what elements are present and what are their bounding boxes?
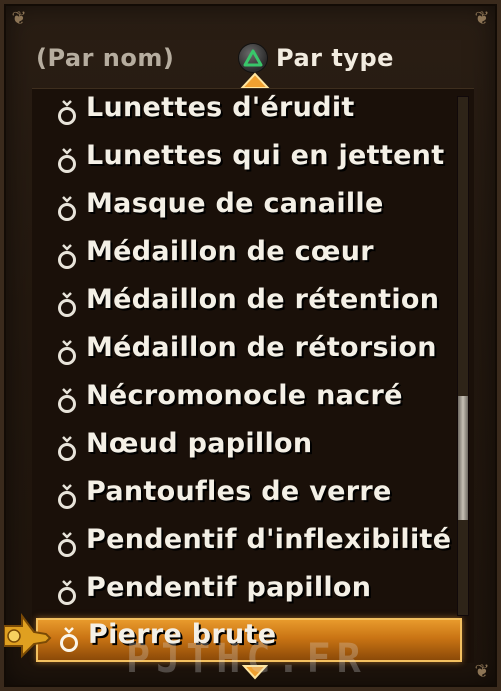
ring-icon bbox=[58, 196, 76, 221]
inventory-window: ❦ ❦ ❦ (Par nom) Par type Lunettes d'érud… bbox=[0, 0, 501, 691]
corner-ornament-icon: ❦ bbox=[11, 8, 27, 29]
ring-icon bbox=[58, 292, 76, 317]
list-item-label: Masque de canaille bbox=[86, 188, 384, 219]
ring-icon bbox=[58, 244, 76, 269]
list-item-label: Nœud papillon bbox=[86, 428, 313, 459]
list-item[interactable]: Médaillon de rétention bbox=[32, 280, 462, 328]
ring-icon bbox=[58, 340, 76, 365]
list-item[interactable]: Pantoufles de verre bbox=[32, 472, 462, 520]
list-item[interactable]: Lunettes d'érudit bbox=[32, 88, 462, 136]
ring-icon bbox=[58, 484, 76, 509]
triangle-button-icon[interactable] bbox=[239, 44, 267, 72]
list-item-label: Lunettes d'érudit bbox=[86, 92, 355, 123]
corner-ornament-icon: ❦ bbox=[474, 661, 490, 682]
corner-ornament-icon: ❦ bbox=[474, 8, 490, 29]
ring-icon bbox=[58, 148, 76, 173]
list-item[interactable]: Médaillon de rétorsion bbox=[32, 328, 462, 376]
sort-by-name-option[interactable]: (Par nom) bbox=[36, 44, 174, 72]
list-item[interactable]: Lunettes qui en jettent bbox=[32, 136, 462, 184]
ring-icon bbox=[58, 436, 76, 461]
scrollbar[interactable] bbox=[457, 96, 469, 616]
list-item-label: Lunettes qui en jettent bbox=[86, 140, 445, 171]
ring-icon bbox=[58, 532, 76, 557]
list-item-label: Pendentif d'inflexibilité bbox=[86, 524, 452, 555]
hand-pointer-icon bbox=[4, 613, 52, 659]
scrollbar-thumb[interactable] bbox=[458, 396, 468, 520]
list-item[interactable]: Médaillon de cœur bbox=[32, 232, 462, 280]
ring-icon bbox=[60, 627, 78, 652]
item-list: Lunettes d'érudit Lunettes qui en jetten… bbox=[32, 88, 462, 664]
list-item[interactable]: Masque de canaille bbox=[32, 184, 462, 232]
ring-icon bbox=[58, 100, 76, 125]
list-item[interactable]: Nœud papillon bbox=[32, 424, 462, 472]
list-item[interactable]: Pendentif d'inflexibilité bbox=[32, 520, 462, 568]
list-item-label: Médaillon de cœur bbox=[86, 236, 374, 267]
watermark: PJTHC.FR bbox=[126, 636, 367, 682]
list-item[interactable]: Nécromonocle nacré bbox=[32, 376, 462, 424]
ring-icon bbox=[58, 580, 76, 605]
list-item-label: Médaillon de rétorsion bbox=[86, 332, 437, 363]
list-item[interactable]: Pendentif papillon bbox=[32, 568, 462, 616]
list-item-label: Médaillon de rétention bbox=[86, 284, 440, 315]
list-item-label: Nécromonocle nacré bbox=[86, 380, 403, 411]
list-item-label: Pendentif papillon bbox=[86, 572, 372, 603]
list-item-label: Pantoufles de verre bbox=[86, 476, 392, 507]
ring-icon bbox=[58, 388, 76, 413]
sort-by-type-option[interactable]: Par type bbox=[276, 44, 394, 72]
